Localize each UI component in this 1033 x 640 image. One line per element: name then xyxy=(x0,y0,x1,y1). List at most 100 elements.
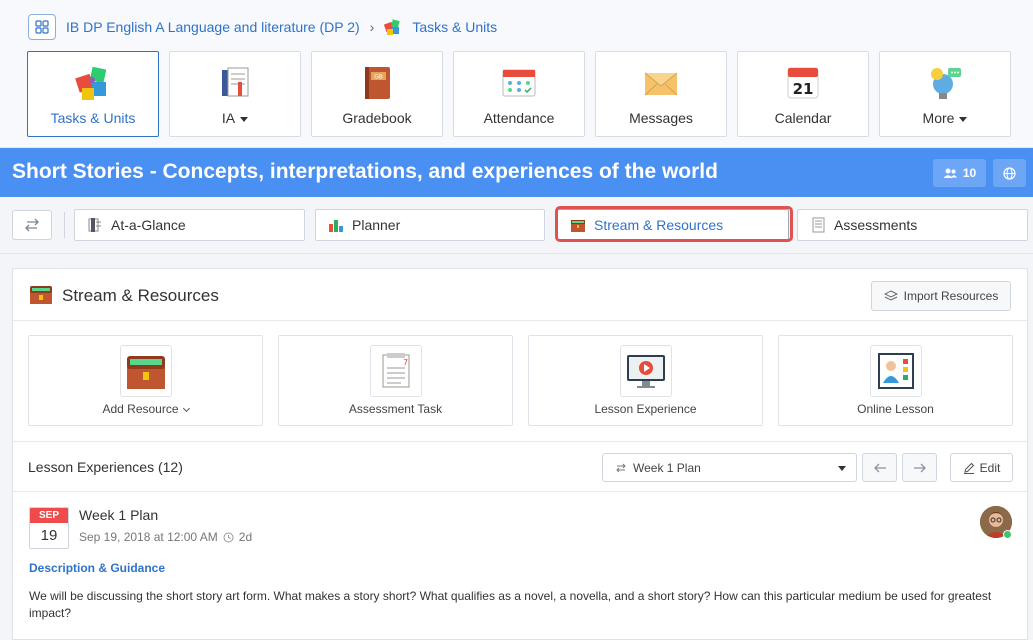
lesson-datetime-text: Sep 19, 2018 at 12:00 AM xyxy=(79,530,218,544)
grid-icon xyxy=(35,20,49,34)
online-lesson-icon xyxy=(878,353,914,389)
glance-icon xyxy=(88,218,101,232)
section-title: Stream & Resources xyxy=(62,286,219,305)
chevron-down-icon xyxy=(838,466,846,471)
card-header: Stream & Resources Import Resources xyxy=(13,269,1027,321)
lightbulb-chat-icon xyxy=(931,68,961,99)
nav-tile-more[interactable]: More xyxy=(879,51,1011,137)
chest-icon xyxy=(127,356,165,389)
pencil-icon xyxy=(963,462,974,474)
tab-label: Planner xyxy=(352,217,401,233)
ia-notebook-icon xyxy=(222,67,249,97)
tab-at-a-glance[interactable]: At-a-Glance xyxy=(74,209,305,241)
svg-text:7: 7 xyxy=(403,358,408,367)
apps-grid-button[interactable] xyxy=(28,14,56,40)
breadcrumb-separator: › xyxy=(369,19,375,35)
add-resource-tile[interactable]: Add Resource xyxy=(28,335,263,426)
arrow-right-icon xyxy=(913,463,926,472)
bar-chart-icon xyxy=(329,220,343,232)
online-lesson-tile[interactable]: Online Lesson xyxy=(778,335,1013,426)
stream-resources-card: Stream & Resources Import Resources Add … xyxy=(12,268,1028,640)
members-button[interactable]: 10 xyxy=(933,159,986,187)
resource-tiles: Add Resource 7 Assessment Task Lesson Ex… xyxy=(28,335,1013,426)
lesson-experience-label: Lesson Experience xyxy=(594,402,697,416)
swap-arrows-icon xyxy=(616,463,626,472)
import-resources-label: Import Resources xyxy=(903,289,999,303)
lesson-entry: SEP 19 Week 1 Plan Sep 19, 2018 at 12:00… xyxy=(13,493,1027,640)
globe-button[interactable] xyxy=(993,159,1026,187)
attendance-icon xyxy=(502,69,536,97)
tab-label: Assessments xyxy=(834,217,918,233)
arrow-left-icon xyxy=(873,463,886,472)
edit-button[interactable]: Edit xyxy=(950,453,1013,482)
previous-button[interactable] xyxy=(862,453,897,482)
breadcrumb-current[interactable]: Tasks & Units xyxy=(412,19,497,35)
chevron-down-icon xyxy=(959,116,968,122)
highlight-box xyxy=(555,206,793,242)
chevron-down-icon xyxy=(240,116,249,122)
date-badge: SEP 19 xyxy=(29,507,69,549)
swap-arrows-icon xyxy=(25,218,39,232)
lesson-age: 2d xyxy=(238,530,253,544)
gradebook-icon: GB xyxy=(365,67,390,99)
nav-tile-label: Calendar xyxy=(774,110,832,126)
puzzle-icon xyxy=(384,19,400,35)
nav-tile-label: More xyxy=(922,110,955,126)
chest-icon xyxy=(30,286,52,304)
assessment-task-tile[interactable]: 7 Assessment Task xyxy=(278,335,513,426)
svg-text:GB: GB xyxy=(374,74,383,81)
tab-label: At-a-Glance xyxy=(111,217,186,233)
checklist-icon: 7 xyxy=(382,353,410,388)
calendar-day: 21 xyxy=(793,80,814,98)
week-select[interactable]: Week 1 Plan xyxy=(602,453,857,482)
week-select-value: Week 1 Plan xyxy=(633,460,701,475)
globe-icon xyxy=(1003,166,1016,180)
nav-tiles: Tasks & Units IA GB Gradebook Attendance… xyxy=(27,51,1011,137)
lesson-experiences-header: Lesson Experiences (12) Week 1 Plan Edit xyxy=(13,441,1027,492)
date-day: 19 xyxy=(40,527,58,544)
envelope-icon xyxy=(644,72,678,96)
calendar-icon: 21 xyxy=(787,67,819,99)
assessments-icon xyxy=(812,217,825,233)
chevron-down-icon xyxy=(182,404,190,413)
clock-icon xyxy=(223,532,234,542)
import-resources-button[interactable]: Import Resources xyxy=(871,281,1011,311)
nav-tile-label: Attendance xyxy=(483,110,555,126)
next-button[interactable] xyxy=(902,453,937,482)
nav-tile-label: Tasks & Units xyxy=(50,110,136,126)
video-screen-icon xyxy=(627,355,665,388)
online-lesson-label: Online Lesson xyxy=(857,402,934,416)
assessment-task-label: Assessment Task xyxy=(348,402,443,416)
puzzle-icon xyxy=(75,66,107,100)
lesson-datetime: Sep 19, 2018 at 12:00 AM 2d xyxy=(79,530,252,544)
tab-assessments[interactable]: Assessments xyxy=(797,209,1028,241)
divider xyxy=(64,212,65,238)
breadcrumb: IB DP English A Language and literature … xyxy=(28,14,497,40)
breadcrumb-course-link[interactable]: IB DP English A Language and literature … xyxy=(66,19,360,35)
top-header: IB DP English A Language and literature … xyxy=(0,0,1033,148)
nav-tile-gradebook[interactable]: GB Gradebook xyxy=(311,51,443,137)
lesson-description: We will be discussing the short story ar… xyxy=(29,589,992,620)
nav-tile-label: Gradebook xyxy=(342,110,412,126)
layers-icon xyxy=(883,290,898,301)
nav-tile-calendar[interactable]: 21 Calendar xyxy=(737,51,869,137)
nav-tile-label: IA xyxy=(221,110,236,126)
lesson-experience-tile[interactable]: Lesson Experience xyxy=(528,335,763,426)
members-count: 10 xyxy=(962,166,977,180)
nav-tile-messages[interactable]: Messages xyxy=(595,51,727,137)
nav-tile-tasks-units[interactable]: Tasks & Units xyxy=(27,51,159,137)
lesson-title[interactable]: Week 1 Plan xyxy=(79,507,158,523)
online-status-dot xyxy=(1003,530,1012,539)
date-month: SEP xyxy=(30,508,68,523)
edit-label: Edit xyxy=(979,460,1001,475)
tab-planner[interactable]: Planner xyxy=(315,209,545,241)
nav-tile-label: Messages xyxy=(629,110,693,126)
lesson-experiences-title: Lesson Experiences (12) xyxy=(28,459,183,475)
toggle-sidebar-button[interactable] xyxy=(12,210,52,240)
nav-tile-ia[interactable]: IA xyxy=(169,51,301,137)
users-icon xyxy=(943,168,957,178)
nav-tile-attendance[interactable]: Attendance xyxy=(453,51,585,137)
unit-banner: Short Stories - Concepts, interpretation… xyxy=(0,148,1033,197)
add-resource-label: Add Resource xyxy=(102,402,179,416)
unit-title: Short Stories - Concepts, interpretation… xyxy=(12,160,718,183)
